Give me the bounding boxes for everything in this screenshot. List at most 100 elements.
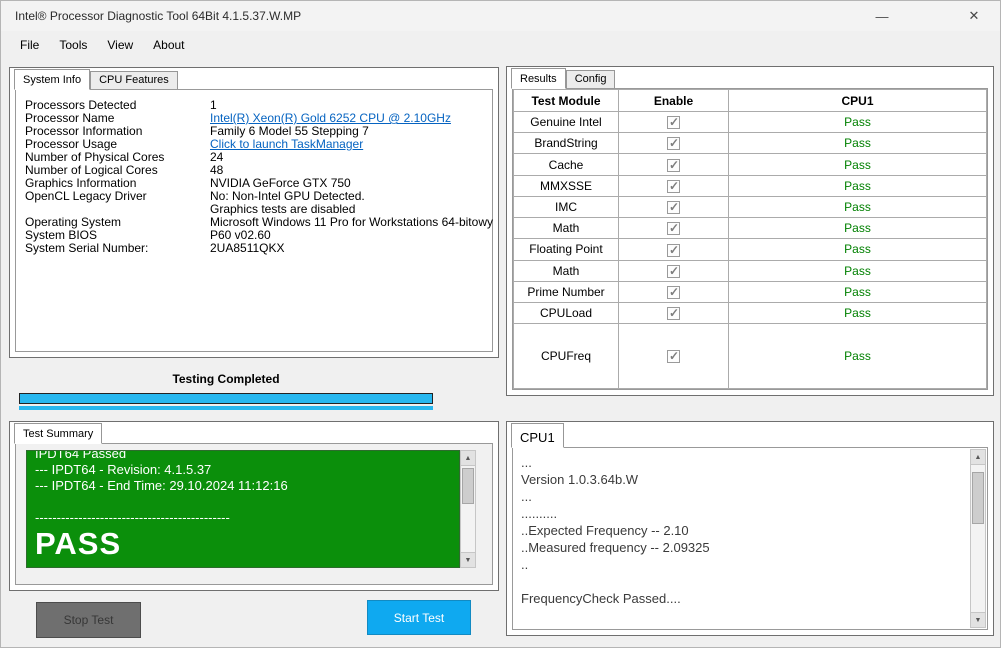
info-label: System Serial Number:: [25, 241, 149, 255]
result-value: Pass: [728, 280, 987, 303]
enable-checkbox[interactable]: [667, 179, 680, 193]
enable-cell: [618, 323, 729, 389]
close-icon: ✕: [968, 8, 980, 23]
output-line: ..: [521, 557, 529, 572]
output-line: ..Expected Frequency -- 2.10: [521, 523, 689, 538]
minimize-button[interactable]: —: [859, 1, 905, 31]
console-line: ----------------------------------------…: [35, 510, 230, 525]
results-panel: Results Config Test Module Enable CPU1 Ge…: [506, 66, 994, 396]
scroll-down-icon[interactable]: ▼: [971, 612, 985, 627]
module-name: Prime Number: [513, 280, 619, 303]
scroll-up-icon[interactable]: ▲: [971, 450, 985, 465]
vertical-scrollbar[interactable]: ▲ ▼: [970, 449, 986, 628]
enable-cell: [618, 153, 729, 176]
tab[interactable]: System Info: [14, 69, 91, 90]
system-info-tabs: System Info CPU Features: [14, 68, 178, 90]
table-row: CPUFreq Pass: [513, 323, 987, 389]
test-summary-page: IPDT64 Passed --- IPDT64 - Revision: 4.1.…: [15, 443, 493, 585]
result-value: Pass: [728, 174, 987, 197]
table-row: Floating Point Pass: [513, 238, 987, 261]
scroll-down-icon[interactable]: ▼: [461, 552, 475, 567]
progress-status: Testing Completed: [172, 372, 280, 386]
results-tabs: Results Config: [511, 67, 616, 89]
scroll-up-icon[interactable]: ▲: [461, 451, 475, 466]
table-row: MMXSSE Pass: [513, 174, 987, 197]
menu-item[interactable]: File: [10, 34, 49, 56]
output-line: ...: [521, 489, 532, 504]
menu-item[interactable]: Tools: [49, 34, 97, 56]
minimize-icon: —: [875, 8, 889, 24]
enable-checkbox[interactable]: [667, 349, 680, 364]
result-value: Pass: [728, 132, 987, 155]
console-line: --- IPDT64 - Revision: 4.1.5.37: [35, 462, 212, 477]
info-label: OpenCL Legacy Driver: [25, 189, 147, 203]
results-page: Test Module Enable CPU1 Genuine Intel P: [512, 88, 988, 390]
table-row: Cache Pass: [513, 153, 987, 176]
result-value: Pass: [728, 238, 987, 261]
enable-cell: [618, 174, 729, 197]
info-value: 2UA8511QKX: [210, 241, 285, 255]
enable-cell: [618, 110, 729, 134]
info-value[interactable]: Click to launch TaskManager: [210, 138, 492, 151]
scroll-thumb[interactable]: [462, 468, 474, 504]
scroll-thumb[interactable]: [972, 472, 984, 524]
module-name: BrandString: [513, 132, 619, 155]
output-line: ...: [521, 455, 532, 470]
result-value: Pass: [728, 110, 987, 134]
menu-item[interactable]: View: [97, 34, 143, 56]
result-value: Pass: [728, 217, 987, 240]
col-enable: Enable: [618, 89, 729, 112]
close-button[interactable]: ✕: [951, 1, 997, 31]
result-value: Pass: [728, 301, 987, 325]
enable-checkbox[interactable]: [667, 221, 680, 236]
col-test-module: Test Module: [513, 89, 619, 112]
module-name: MMXSSE: [513, 174, 619, 197]
progress-area: Testing Completed: [19, 372, 433, 410]
menu-item[interactable]: About: [143, 34, 194, 56]
enable-cell: [618, 301, 729, 325]
table-header-row: Test Module Enable CPU1: [513, 89, 987, 112]
console-lines: IPDT64 Passed --- IPDT64 - Revision: 4.1.…: [35, 451, 451, 526]
tab[interactable]: CPU Features: [90, 71, 178, 89]
enable-checkbox[interactable]: [667, 115, 680, 130]
test-summary-panel: Test Summary IPDT64 Passed --- IPDT64 - R…: [9, 421, 499, 591]
result-value: Pass: [728, 153, 987, 176]
enable-cell: [618, 280, 729, 303]
tab-test-summary[interactable]: Test Summary: [14, 423, 103, 444]
enable-cell: [618, 238, 729, 261]
enable-cell: [618, 259, 729, 282]
result-value: Pass: [728, 195, 987, 219]
enable-checkbox[interactable]: [667, 306, 680, 321]
titlebar: Intel® Processor Diagnostic Tool 64Bit 4…: [1, 1, 1000, 31]
vertical-scrollbar[interactable]: ▲ ▼: [460, 450, 476, 568]
enable-cell: [618, 217, 729, 240]
module-name: Cache: [513, 153, 619, 176]
start-test-button[interactable]: Start Test: [367, 600, 471, 635]
system-info-list: Processors Detected 1 Processor Name Int…: [16, 90, 493, 255]
result-value: Pass: [728, 259, 987, 282]
table-row: Math Pass: [513, 217, 987, 240]
enable-checkbox[interactable]: [667, 264, 680, 278]
table-row: CPULoad Pass: [513, 301, 987, 325]
col-cpu1: CPU1: [728, 89, 987, 112]
window-title: Intel® Processor Diagnostic Tool 64Bit 4…: [15, 9, 302, 23]
info-row: System Serial Number: 2UA8511QKX: [25, 242, 492, 255]
module-name: Math: [513, 259, 619, 282]
enable-checkbox[interactable]: [667, 200, 680, 215]
enable-checkbox[interactable]: [667, 285, 680, 300]
stop-test-button[interactable]: Stop Test: [36, 602, 141, 638]
pass-result: PASS: [35, 526, 122, 561]
system-info-page: Processors Detected 1 Processor Name Int…: [15, 89, 493, 352]
tab[interactable]: Config: [565, 70, 616, 88]
result-value: Pass: [728, 323, 987, 389]
tab[interactable]: Results: [511, 68, 566, 89]
output-line: ..........: [521, 506, 558, 521]
enable-checkbox[interactable]: [667, 136, 680, 151]
enable-checkbox[interactable]: [667, 158, 680, 172]
enable-checkbox[interactable]: [667, 243, 680, 257]
test-summary-console: IPDT64 Passed --- IPDT64 - Revision: 4.1.…: [26, 450, 460, 568]
output-line: Version 1.0.3.64b.W: [521, 472, 639, 487]
tab-cpu1[interactable]: CPU1: [511, 423, 564, 448]
